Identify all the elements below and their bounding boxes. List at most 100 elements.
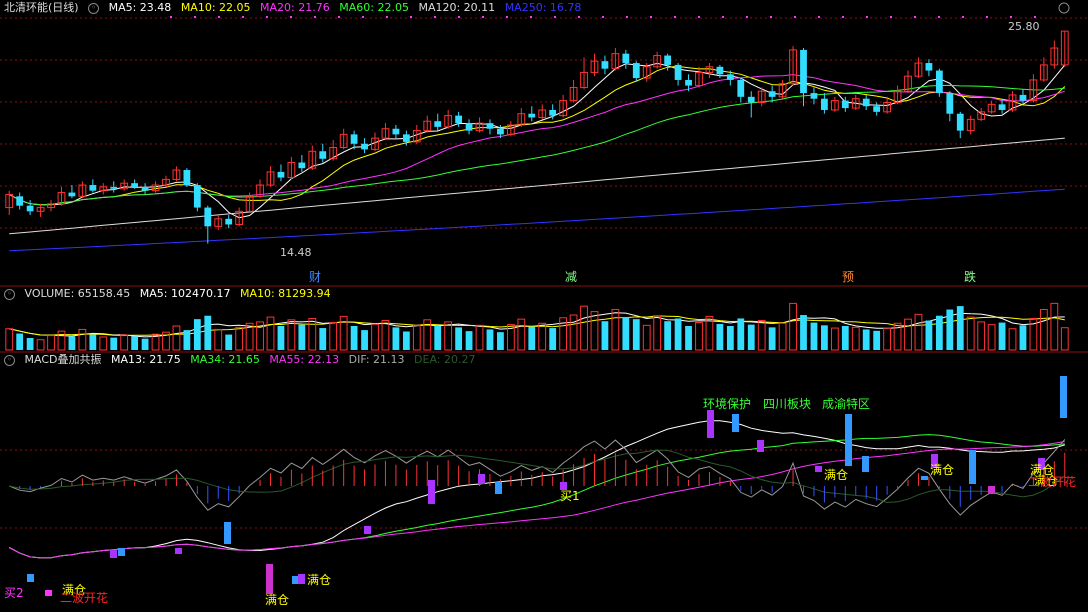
annotation-second-wave: 二波开花	[60, 590, 108, 605]
volume-bar	[5, 328, 14, 351]
event-marker-yu[interactable]: 预	[842, 270, 854, 284]
volume-bar	[966, 316, 975, 351]
volume-bar	[716, 323, 724, 350]
volume-bar	[298, 324, 306, 350]
volume-bar	[57, 330, 66, 351]
candle-body-down	[497, 128, 504, 135]
marker-dot	[194, 16, 196, 18]
signal-block	[1060, 376, 1067, 418]
volume-bar	[193, 319, 201, 350]
volume-bar	[172, 325, 181, 351]
marker-dot	[842, 16, 844, 18]
volume-bar	[277, 326, 285, 350]
ma5-line	[8, 62, 1066, 219]
candle-body-down	[89, 185, 97, 191]
panel-expand-icon[interactable]	[1058, 2, 1070, 14]
volume-bar	[1060, 327, 1069, 351]
volume-bar	[36, 339, 45, 351]
annotation-full-position: 满仓	[307, 573, 331, 587]
volume-bar	[99, 336, 108, 351]
volume-bar	[642, 324, 651, 351]
signal-block	[110, 550, 117, 558]
volume-bar	[235, 326, 244, 351]
dea-line	[9, 449, 1066, 504]
volume-bar	[1050, 302, 1059, 351]
candle-body-down	[26, 205, 34, 212]
candle-body-down	[821, 98, 828, 110]
marker-dot	[698, 16, 700, 18]
volume-bar	[622, 317, 630, 350]
volume-bar	[664, 321, 672, 350]
volume-bar	[935, 315, 943, 350]
volume-bar	[1019, 325, 1027, 350]
candle-body-down	[193, 185, 201, 208]
signal-block	[266, 564, 273, 594]
volume-bar	[778, 322, 787, 351]
panel-corner-controls[interactable]	[1058, 2, 1070, 14]
volume-bar	[956, 306, 964, 350]
volume-bar	[412, 324, 421, 351]
volume-bar	[204, 315, 212, 350]
volume-bar	[47, 335, 55, 351]
volume-bar	[549, 328, 557, 350]
candle-body-down	[632, 63, 640, 79]
volume-bar	[26, 338, 34, 350]
volume-bar	[68, 336, 76, 350]
marker-dot	[218, 16, 220, 18]
candle-body-down	[528, 113, 536, 118]
volume-bar	[434, 326, 442, 350]
volume-bar	[538, 322, 547, 351]
volume-bar	[800, 315, 807, 350]
signal-block	[298, 574, 305, 584]
volume-bar	[726, 326, 734, 350]
marker-dot	[362, 16, 364, 18]
volume-bar	[361, 330, 368, 350]
volume-bar	[16, 333, 24, 350]
annotation-sichuan: 四川板块	[763, 397, 811, 411]
marker-dot	[290, 16, 292, 18]
kline-chart[interactable]: 25.80 14.48 财 减 预 跌 环境保护 四川板块 成渝特区 满仓 满仓…	[0, 0, 1088, 612]
candle-body-down	[402, 134, 410, 142]
candle-body-down	[747, 96, 755, 103]
volume-bar	[225, 334, 233, 350]
volume-bar	[486, 329, 494, 350]
volume-bar	[78, 328, 87, 351]
volume-bar	[580, 305, 588, 351]
marker-dot	[818, 16, 820, 18]
volume-bar	[89, 334, 97, 350]
event-marker-cai[interactable]: 财	[309, 270, 321, 284]
marker-dot	[890, 16, 892, 18]
signal-block	[732, 414, 739, 432]
candle-body-down	[225, 218, 233, 225]
marker-dot	[722, 16, 724, 18]
signal-block	[224, 522, 231, 544]
candle-body-down	[800, 49, 807, 94]
candle-body-down	[183, 170, 191, 186]
candle-body-down	[841, 100, 849, 109]
volume-bar	[1039, 309, 1048, 351]
candle-body-down	[131, 183, 139, 187]
volume-bar	[653, 315, 662, 351]
candle-body-down	[768, 91, 776, 97]
volume-bar	[183, 330, 191, 350]
volume-bar	[914, 313, 923, 351]
annotation-buy1: 买1	[560, 489, 580, 503]
signal-block	[921, 476, 928, 480]
event-marker-jian[interactable]: 减	[565, 270, 577, 284]
candle-body-down	[674, 64, 682, 80]
marker-dot	[866, 16, 868, 18]
marker-dot	[1010, 16, 1012, 18]
volume-bar	[141, 338, 149, 350]
event-marker-die[interactable]: 跌	[964, 269, 976, 284]
annotation-environment: 环境保护	[703, 396, 751, 411]
candle-body-down	[873, 106, 881, 112]
marker-dot	[338, 16, 340, 18]
volume-bar	[287, 319, 296, 351]
annotation-full-position: 满仓	[930, 463, 954, 477]
volume-bar	[444, 321, 453, 351]
volume-bar	[821, 325, 828, 350]
marker-dot	[602, 16, 604, 18]
volume-bar	[266, 316, 275, 351]
marker-dot	[962, 16, 964, 18]
marker-dot	[482, 16, 484, 18]
